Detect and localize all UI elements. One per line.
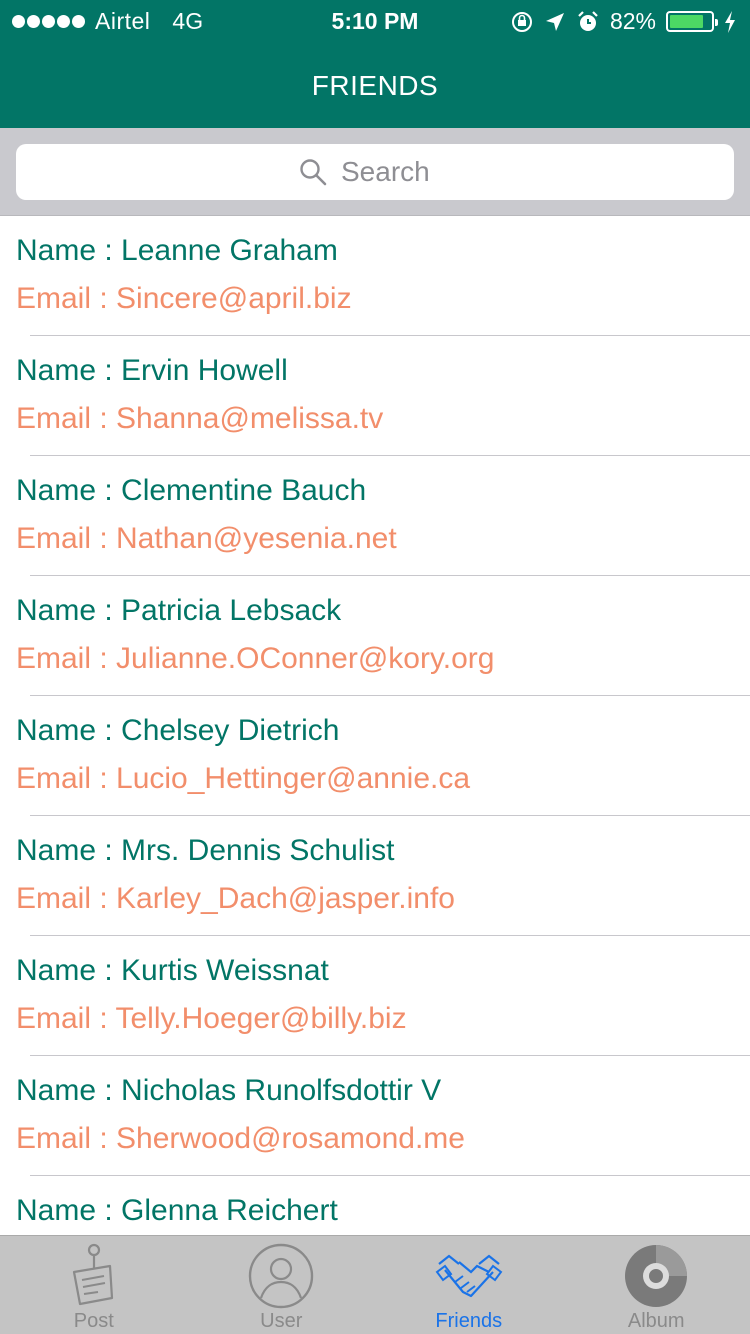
list-item[interactable]: Name : Chelsey Dietrich Email : Lucio_He… <box>0 696 750 816</box>
list-item[interactable]: Name : Leanne Graham Email : Sincere@apr… <box>0 216 750 336</box>
friend-email: Email : Lucio_Hettinger@annie.ca <box>16 762 471 795</box>
friend-email: Email : Nathan@yesenia.net <box>16 522 397 555</box>
list-item[interactable]: Name : Mrs. Dennis Schulist Email : Karl… <box>0 816 750 936</box>
status-right: 82% <box>510 8 736 35</box>
list-item[interactable]: Name : Clementine Bauch Email : Nathan@y… <box>0 456 750 576</box>
friend-name: Name : Patricia Lebsack <box>16 594 342 627</box>
friend-name: Name : Chelsey Dietrich <box>16 714 340 747</box>
battery-icon <box>666 11 718 32</box>
list-item[interactable]: Name : Nicholas Runolfsdottir V Email : … <box>0 1056 750 1176</box>
tab-post[interactable]: Post <box>0 1236 188 1334</box>
search-icon <box>300 159 327 186</box>
friend-name: Name : Kurtis Weissnat <box>16 954 329 987</box>
list-item[interactable]: Name : Glenna Reichert <box>0 1176 750 1235</box>
friend-name: Name : Ervin Howell <box>16 354 288 387</box>
status-bar: Airtel 4G 5:10 PM 82% <box>0 0 750 40</box>
friend-name: Name : Clementine Bauch <box>16 474 367 507</box>
tab-friends[interactable]: Friends <box>375 1236 563 1334</box>
search-input[interactable] <box>341 156 451 188</box>
handshake-icon <box>435 1254 503 1298</box>
location-icon <box>545 12 564 31</box>
list-item[interactable]: Name : Kurtis Weissnat Email : Telly.Hoe… <box>0 936 750 1056</box>
friend-name: Name : Mrs. Dennis Schulist <box>16 834 395 867</box>
tab-label: User <box>260 1310 303 1332</box>
friend-email: Email : Julianne.OConner@kory.org <box>16 642 495 675</box>
battery-percent: 82% <box>609 8 656 34</box>
alarm-icon <box>578 10 598 31</box>
friend-name: Name : Leanne Graham <box>16 234 338 267</box>
user-icon <box>249 1243 314 1309</box>
search-bar <box>0 128 750 216</box>
tab-label: Post <box>73 1310 114 1332</box>
tab-label: Album <box>627 1310 685 1332</box>
friend-name: Name : Glenna Reichert <box>16 1194 338 1227</box>
tab-bar: Post User Friends Album <box>0 1235 750 1334</box>
friend-name: Name : Nicholas Runolfsdottir V <box>16 1074 442 1107</box>
charging-icon <box>725 10 735 33</box>
list-item[interactable]: Name : Patricia Lebsack Email : Julianne… <box>0 576 750 696</box>
search-field[interactable] <box>16 144 734 200</box>
friends-list[interactable]: Name : Leanne Graham Email : Sincere@apr… <box>0 216 750 1235</box>
tab-album[interactable]: Album <box>563 1236 750 1334</box>
friend-email: Email : Sherwood@rosamond.me <box>16 1122 465 1155</box>
app-header: Airtel 4G 5:10 PM 82% FRIENDS <box>0 0 750 128</box>
list-item[interactable]: Name : Ervin Howell Email : Shanna@melis… <box>0 336 750 456</box>
tab-label: Friends <box>435 1310 503 1332</box>
orientation-lock-icon <box>511 11 532 32</box>
friend-email: Email : Telly.Hoeger@billy.biz <box>16 1002 407 1035</box>
page-title: FRIENDS <box>311 70 439 101</box>
friend-email: Email : Karley_Dach@jasper.info <box>16 882 455 915</box>
album-icon <box>625 1245 688 1307</box>
tab-user[interactable]: User <box>188 1236 376 1334</box>
friend-email: Email : Sincere@april.biz <box>16 282 352 315</box>
post-icon <box>72 1243 113 1306</box>
friend-email: Email : Shanna@melissa.tv <box>16 402 384 435</box>
